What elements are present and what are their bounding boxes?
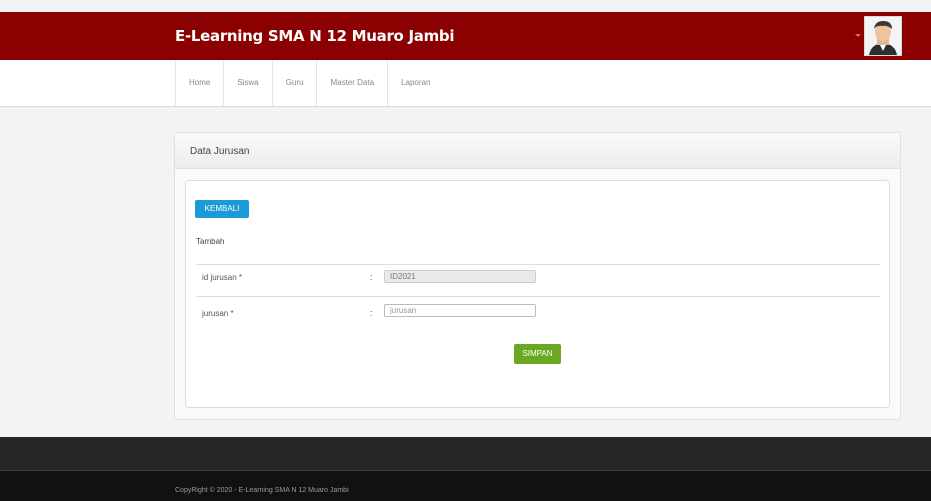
divider [196, 264, 880, 265]
nav-item-guru[interactable]: Guru [271, 60, 317, 106]
id-jurusan-label: id jurusan * [202, 273, 243, 282]
divider [196, 296, 880, 297]
footer-bar: CopyRight © 2020 - E-Learning SMA N 12 M… [0, 470, 931, 501]
dropdown-caret-icon[interactable] [855, 34, 861, 37]
id-jurusan-input[interactable] [384, 270, 536, 283]
jurusan-input[interactable] [384, 304, 536, 317]
user-avatar-icon [865, 17, 901, 55]
top-header-bar: E-Learning SMA N 12 Muaro Jambi [0, 12, 931, 60]
panel-title: Data Jurusan [175, 133, 900, 169]
form-container: KEMBALI Tambah id jurusan * : jurusan * … [185, 180, 890, 408]
form-subtitle: Tambah [196, 237, 225, 246]
data-jurusan-panel: Data Jurusan KEMBALI Tambah id jurusan *… [174, 132, 901, 420]
jurusan-label: jurusan * [202, 309, 234, 318]
jurusan-colon: : [370, 308, 373, 318]
simpan-button[interactable]: SIMPAN [514, 344, 561, 364]
nav-menu: Home Siswa Guru Master Data Laporan [175, 60, 443, 106]
kembali-button[interactable]: KEMBALI [195, 200, 249, 218]
main-navigation: Home Siswa Guru Master Data Laporan [0, 60, 931, 107]
nav-item-master-data[interactable]: Master Data [316, 60, 387, 106]
copyright-text: CopyRight © 2020 - E-Learning SMA N 12 M… [175, 487, 349, 494]
nav-item-siswa[interactable]: Siswa [223, 60, 271, 106]
nav-item-laporan[interactable]: Laporan [387, 60, 443, 106]
app-brand-title[interactable]: E-Learning SMA N 12 Muaro Jambi [175, 12, 454, 60]
footer-upper-band [0, 437, 931, 470]
nav-item-home[interactable]: Home [175, 60, 223, 106]
id-jurusan-colon: : [370, 272, 373, 282]
user-avatar[interactable] [864, 16, 902, 56]
